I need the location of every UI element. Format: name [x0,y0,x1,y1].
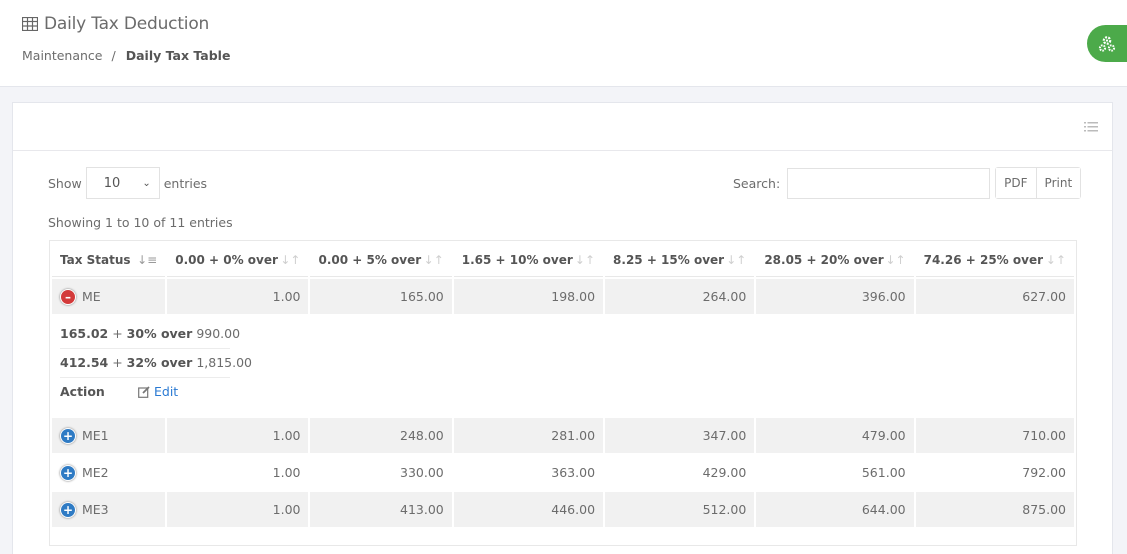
value-cell [52,529,166,543]
value-cell: 165.00 [310,279,452,314]
tax-status-cell: + ME3 [52,492,166,527]
value-cell: 875.00 [915,492,1074,527]
value-cell [605,529,755,543]
sort-icon: ↓↑ [885,253,906,267]
value-cell: 396.00 [756,279,914,314]
value-cell: 248.00 [310,418,452,453]
value-cell [756,529,914,543]
table-row-partial [52,529,1074,543]
value-cell: 792.00 [915,455,1074,490]
export-button-group: PDF Print [995,167,1082,199]
table-info: Showing 1 to 10 of 11 entries [48,215,233,230]
tax-status-cell: – ME [52,279,166,314]
sort-icon: ↓↑ [1045,253,1066,267]
table-row: – ME 1.00 165.00 198.00 264.00 396.00 627… [52,279,1074,314]
value-cell: 561.00 [756,455,914,490]
child-item-bracket-8: 412.54 + 32% over 1,815.00 [60,349,252,378]
pdf-button[interactable]: PDF [996,168,1036,198]
expand-row-icon[interactable]: + [60,427,76,444]
search-input[interactable] [787,167,991,199]
value-cell [915,529,1074,543]
column-header-bracket-1[interactable]: 0.00 + 0% over ↓↑ [167,243,309,277]
table-row: + ME2 1.00 330.00 363.00 429.00 561.00 79… [52,455,1074,490]
expand-row-icon[interactable]: + [60,464,76,481]
sort-asc-icon: ↓≡ [137,253,158,267]
value-cell [453,529,604,543]
list-icon[interactable] [1084,121,1098,133]
child-detail-row: 165.02 + 30% over 990.00 412.54 + 32% ov… [52,316,1074,416]
value-cell: 512.00 [605,492,755,527]
column-header-tax-status[interactable]: Tax Status ↓≡ [52,243,166,277]
entries-control: Show 10 ⌄ entries [48,167,207,199]
expand-row-icon[interactable]: + [60,501,76,518]
sort-icon: ↓↑ [423,253,444,267]
print-button[interactable]: Print [1035,168,1081,198]
value-cell: 1.00 [167,418,309,453]
value-cell [310,529,452,543]
column-header-bracket-2[interactable]: 0.00 + 5% over ↓↑ [310,243,452,277]
search-label: Search: [733,175,781,191]
sort-icon: ↓↑ [280,253,301,267]
value-cell: 479.00 [756,418,914,453]
tax-table-card: Show 10 ⌄ entries Search: PDF Print Show… [12,102,1113,554]
value-cell: 413.00 [310,492,452,527]
sort-icon: ↓↑ [726,253,747,267]
action-label: Action [60,384,105,399]
column-header-bracket-3[interactable]: 1.65 + 10% over ↓↑ [453,243,604,277]
column-header-bracket-4[interactable]: 8.25 + 15% over ↓↑ [605,243,755,277]
gears-icon [1098,35,1116,52]
value-cell: 627.00 [915,279,1074,314]
value-cell [167,529,309,543]
value-cell: 1.00 [167,279,309,314]
breadcrumb-maintenance[interactable]: Maintenance [22,48,103,63]
value-cell: 330.00 [310,455,452,490]
value-cell: 198.00 [453,279,604,314]
show-label: Show [48,175,82,191]
page-title: Daily Tax Deduction [22,14,209,34]
edit-link[interactable]: Edit [138,384,178,399]
child-detail-cell: 165.02 + 30% over 990.00 412.54 + 32% ov… [52,316,1074,416]
card-header [13,103,1112,151]
child-item-action: Action Edit [60,378,230,406]
chevron-down-icon: ⌄ [142,177,151,189]
value-cell: 446.00 [453,492,604,527]
entries-select-value: 10 [103,175,121,191]
sort-icon: ↓↑ [574,253,596,267]
value-cell: 429.00 [605,455,755,490]
column-header-bracket-6[interactable]: 74.26 + 25% over ↓↑ [915,243,1074,277]
tax-table: Tax Status ↓≡ 0.00 + 0% over ↓↑ 0.00 + 5% … [49,240,1077,546]
value-cell: 1.00 [167,492,309,527]
table-header-row: Tax Status ↓≡ 0.00 + 0% over ↓↑ 0.00 + 5% … [52,243,1074,277]
breadcrumb: Maintenance / Daily Tax Table [22,48,230,63]
child-item-bracket-7: 165.02 + 30% over 990.00 [60,320,240,349]
value-cell: 710.00 [915,418,1074,453]
collapse-row-icon[interactable]: – [60,288,76,305]
edit-icon [138,385,150,398]
breadcrumb-separator: / [111,48,116,63]
value-cell: 1.00 [167,455,309,490]
table-icon [22,17,38,31]
breadcrumb-daily-tax-table: Daily Tax Table [125,48,231,63]
value-cell: 363.00 [453,455,604,490]
column-header-bracket-5[interactable]: 28.05 + 20% over ↓↑ [756,243,914,277]
value-cell: 281.00 [453,418,604,453]
table-row: + ME1 1.00 248.00 281.00 347.00 479.00 71… [52,418,1074,453]
page-title-text: Daily Tax Deduction [44,14,210,34]
settings-fab-button[interactable] [1087,25,1127,62]
tax-status-cell: + ME1 [52,418,166,453]
value-cell: 264.00 [605,279,755,314]
search-control: Search: PDF Print [733,167,1082,199]
table-row: + ME3 1.00 413.00 446.00 512.00 644.00 87… [52,492,1074,527]
entries-label: entries [163,175,208,191]
value-cell: 347.00 [605,418,755,453]
value-cell: 644.00 [756,492,914,527]
tax-status-cell: + ME2 [52,455,166,490]
page-header: Daily Tax Deduction Maintenance / Daily … [0,0,1127,87]
entries-select[interactable]: 10 ⌄ [85,167,160,199]
child-detail-list: 165.02 + 30% over 990.00 412.54 + 32% ov… [60,320,252,406]
